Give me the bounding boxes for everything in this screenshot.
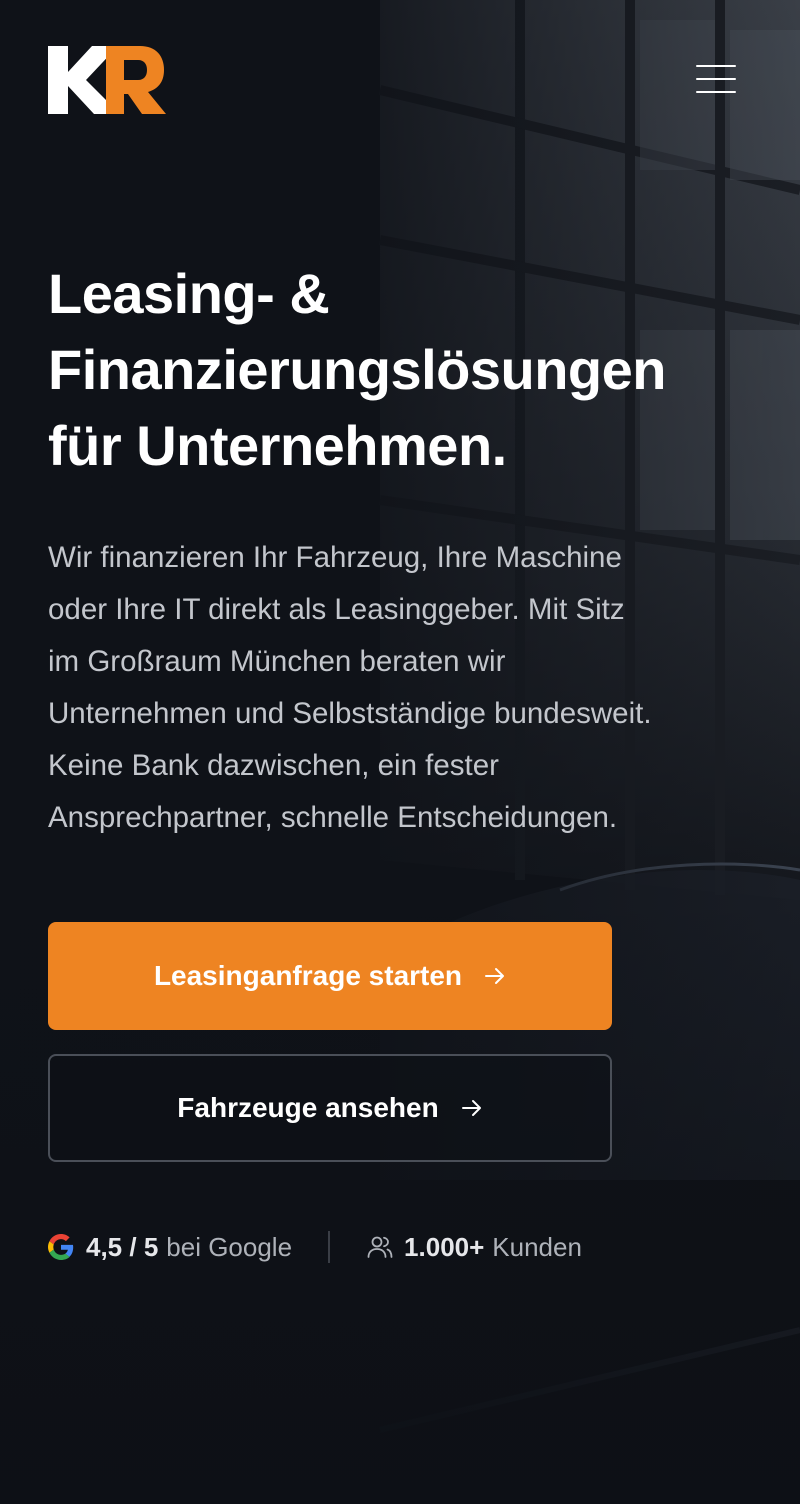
customer-count: 1.000+ Kunden xyxy=(366,1232,582,1263)
rating-source: bei Google xyxy=(166,1231,293,1262)
leasing-request-button[interactable]: Leasinganfrage starten xyxy=(48,922,612,1030)
description-line: Ansprechpartner, schnelle Entscheidungen… xyxy=(48,801,618,834)
description-line: Unternehmen und Selbstständige bundeswei… xyxy=(48,697,652,730)
hero-section: Leasing- & Finanzierungslösungen für Unt… xyxy=(0,0,800,1504)
headline-line: Finanzierungslösungen xyxy=(48,338,666,401)
hamburger-menu-icon[interactable] xyxy=(696,62,738,96)
hero-headline: Leasing- & Finanzierungslösungen für Unt… xyxy=(48,256,748,484)
kr-logo[interactable] xyxy=(48,44,168,116)
arrow-right-icon xyxy=(461,1100,481,1116)
hero-description: Wir finanzieren Ihr Fahrzeug, Ihre Masch… xyxy=(48,532,760,844)
description-line: Wir finanzieren Ihr Fahrzeug, Ihre Masch… xyxy=(48,541,622,574)
arrow-right-icon xyxy=(485,968,505,984)
google-icon xyxy=(48,1234,74,1260)
headline-line: für Unternehmen. xyxy=(48,414,507,477)
leasing-request-button-label: Leasinganfrage starten xyxy=(153,960,463,991)
description-line: Keine Bank dazwischen, ein fester xyxy=(48,749,499,782)
view-vehicles-button-label: Fahrzeuge ansehen xyxy=(177,1092,439,1123)
description-line: oder Ihre IT direkt als Leasinggeber. Mi… xyxy=(48,593,625,626)
users-icon xyxy=(367,1236,393,1258)
customers-label: Kunden xyxy=(492,1231,582,1262)
trust-divider xyxy=(328,1231,331,1263)
google-rating: 4,5 / 5 bei Google xyxy=(48,1232,292,1263)
rating-value: 4,5 / 5 xyxy=(86,1231,159,1262)
site-header xyxy=(48,44,752,116)
trust-indicators: 4,5 / 5 bei Google 1.000+ Kunden xyxy=(48,1226,582,1268)
view-vehicles-button[interactable]: Fahrzeuge ansehen xyxy=(48,1054,612,1162)
description-line: im Großraum München beraten wir xyxy=(48,645,506,678)
headline-line: Leasing- & xyxy=(48,262,330,325)
customers-value: 1.000+ xyxy=(404,1231,485,1262)
